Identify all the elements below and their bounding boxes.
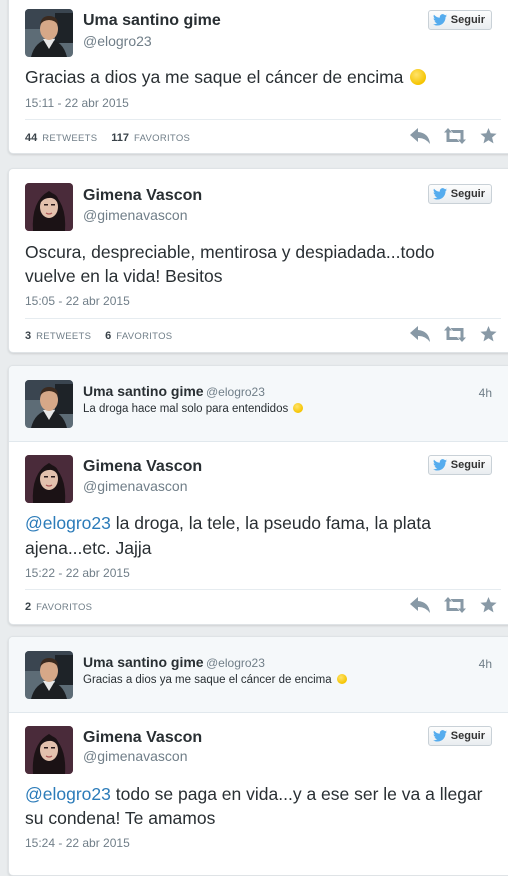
in-reply-text-content: Gracias a dios ya me saque el cáncer de … <box>83 674 332 686</box>
tweet-text-line: vuelve en la vida! Besitos <box>25 266 223 286</box>
twitter-bird-icon <box>433 14 447 26</box>
follow-label: Seguir <box>450 730 485 742</box>
retweet-label: RETWEETS <box>42 133 98 144</box>
retweet-icon[interactable] <box>444 128 466 144</box>
author-handle[interactable]: @elogro23 <box>206 385 265 399</box>
author-name[interactable]: Gimena Vascon <box>83 187 202 205</box>
favorite-count[interactable]: 6 <box>105 330 111 342</box>
favorite-count[interactable]: 117 <box>111 132 129 144</box>
tweet-stats: 2 FAVORITOS <box>25 601 92 613</box>
tweet-actions <box>410 326 497 342</box>
favorite-label: FAVORITOS <box>134 133 191 144</box>
reply-icon[interactable] <box>410 597 430 613</box>
twitter-bird-icon <box>433 188 447 200</box>
tweet-card: Gimena Vascon @gimenavascon Seguir Oscur… <box>8 168 508 353</box>
avatar[interactable] <box>25 726 73 774</box>
retweet-count[interactable]: 3 <box>25 330 31 342</box>
avatar[interactable] <box>25 183 73 231</box>
tweet-stats: 44 RETWEETS 117 FAVORITOS <box>25 132 190 144</box>
mention-link[interactable]: @elogro23 <box>25 784 111 804</box>
favorite-label: FAVORITOS <box>36 602 93 613</box>
reply-time[interactable]: 4h <box>479 657 492 671</box>
author-name[interactable]: Uma santino gime <box>83 654 204 670</box>
favorite-star-icon[interactable] <box>480 597 497 613</box>
in-reply-to-tweet[interactable]: Uma santino gime @elogro23 4h Gracias a … <box>9 637 508 713</box>
author-name[interactable]: Uma santino gime <box>83 383 204 399</box>
tweet-text-line: Oscura, despreciable, mentirosa y despia… <box>25 242 435 262</box>
tweet-card: Uma santino gime @elogro23 4h La droga h… <box>8 365 508 625</box>
reply-time[interactable]: 4h <box>479 386 492 400</box>
retweet-icon[interactable] <box>444 597 466 613</box>
retweet-count[interactable]: 44 <box>25 132 37 144</box>
retweet-icon[interactable] <box>444 326 466 342</box>
author-name[interactable]: Uma santino gime <box>83 12 221 30</box>
author-handle[interactable]: @gimenavascon <box>83 207 188 223</box>
tweet-text-content: Gracias a dios ya me saque el cáncer de … <box>25 67 404 87</box>
author-name[interactable]: Gimena Vascon <box>83 729 202 747</box>
avatar[interactable] <box>25 380 73 428</box>
tweet-text-line: @elogro23 todo se paga en vida...y a ese… <box>25 782 483 806</box>
tweet-timestamp[interactable]: 15:11 - 22 abr 2015 <box>25 96 129 110</box>
follow-button[interactable]: Seguir <box>427 726 492 746</box>
tweet-actions <box>410 597 497 613</box>
follow-button[interactable]: Seguir <box>427 455 492 475</box>
in-reply-text: Gracias a dios ya me saque el cáncer de … <box>83 674 347 686</box>
twitter-bird-icon <box>433 730 447 742</box>
tweet-text-content: todo se paga en vida...y a ese ser le va… <box>110 784 483 804</box>
divider <box>25 119 501 120</box>
favorite-label: FAVORITOS <box>116 331 173 342</box>
follow-label: Seguir <box>450 14 485 26</box>
tweet-timestamp[interactable]: 15:05 - 22 abr 2015 <box>25 294 130 308</box>
divider <box>25 318 501 319</box>
tweet-text-line: su condena! Te amamos <box>25 808 216 828</box>
follow-label: Seguir <box>450 188 485 200</box>
tweet-card: Uma santino gime @elogro23 Seguir Gracia… <box>8 0 508 154</box>
in-reply-to-tweet[interactable]: Uma santino gime @elogro23 4h La droga h… <box>9 366 508 442</box>
divider <box>25 589 501 590</box>
follow-button[interactable]: Seguir <box>427 184 492 204</box>
smiley-emoji-icon <box>293 403 304 413</box>
retweet-label: RETWEETS <box>36 331 92 342</box>
follow-label: Seguir <box>450 459 485 471</box>
favorite-star-icon[interactable] <box>480 326 497 342</box>
author-name[interactable]: Gimena Vascon <box>83 458 202 476</box>
tweet-text: Gracias a dios ya me saque el cáncer de … <box>25 65 427 89</box>
tweet-text-line: @elogro23 la droga, la tele, la pseudo f… <box>25 511 431 535</box>
avatar[interactable] <box>25 9 73 57</box>
tweet-timestamp[interactable]: 15:24 - 22 abr 2015 <box>25 836 130 850</box>
reply-icon[interactable] <box>410 128 430 144</box>
author-handle[interactable]: @gimenavascon <box>83 748 188 764</box>
in-reply-text: La droga hace mal solo para entendidos <box>83 403 304 415</box>
favorite-star-icon[interactable] <box>480 128 497 144</box>
author-handle[interactable]: @elogro23 <box>206 656 265 670</box>
tweet-text-content: la droga, la tele, la pseudo fama, la pl… <box>110 513 431 533</box>
twitter-bird-icon <box>433 459 447 471</box>
author-handle[interactable]: @elogro23 <box>83 33 152 49</box>
in-reply-text-content: La droga hace mal solo para entendidos <box>83 403 289 415</box>
smiley-emoji-icon <box>336 674 347 684</box>
avatar[interactable] <box>25 455 73 503</box>
author-handle[interactable]: @gimenavascon <box>83 478 188 494</box>
favorite-count[interactable]: 2 <box>25 601 31 613</box>
smiley-emoji-icon <box>410 69 427 85</box>
avatar[interactable] <box>25 651 73 699</box>
mention-link[interactable]: @elogro23 <box>25 513 111 533</box>
tweet-timestamp[interactable]: 15:22 - 22 abr 2015 <box>25 566 130 580</box>
tweet-card: Uma santino gime @elogro23 4h Gracias a … <box>8 636 508 876</box>
tweet-actions <box>410 128 497 144</box>
reply-icon[interactable] <box>410 326 430 342</box>
tweet-text-line: ajena...etc. Jajja <box>25 538 152 558</box>
tweet-stats: 3 RETWEETS 6 FAVORITOS <box>25 330 172 342</box>
follow-button[interactable]: Seguir <box>427 10 492 30</box>
